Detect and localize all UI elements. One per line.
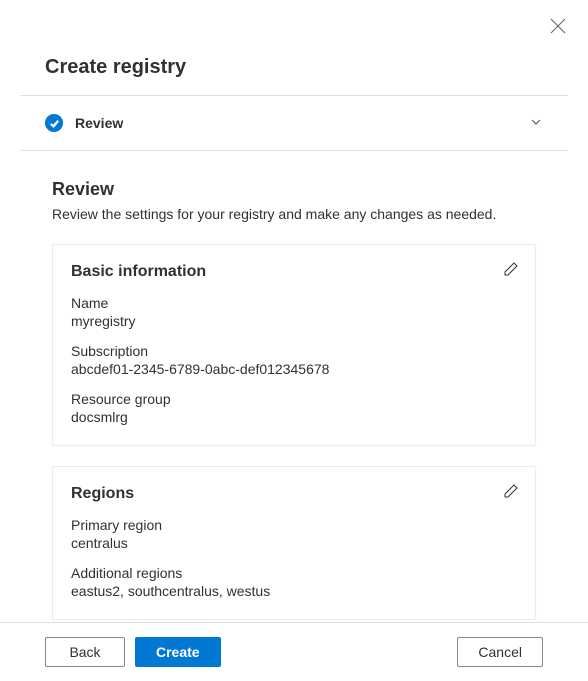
- content: Review Review the settings for your regi…: [0, 151, 588, 620]
- step-label: Review: [75, 115, 529, 131]
- resource-group-label: Resource group: [71, 391, 517, 407]
- back-button[interactable]: Back: [45, 637, 125, 667]
- close-icon[interactable]: [550, 18, 566, 34]
- step-review[interactable]: Review: [0, 96, 588, 150]
- review-title: Review: [52, 179, 536, 200]
- review-description: Review the settings for your registry an…: [52, 206, 536, 222]
- primary-region-value: centralus: [71, 535, 517, 551]
- check-icon: [45, 114, 63, 132]
- cancel-button[interactable]: Cancel: [457, 637, 543, 667]
- basic-info-title: Basic information: [71, 263, 517, 281]
- basic-information-card: Basic information Name myregistry Subscr…: [52, 244, 536, 446]
- subscription-label: Subscription: [71, 343, 517, 359]
- page-title: Create registry: [45, 56, 543, 79]
- footer: Back Create Cancel: [0, 622, 588, 681]
- chevron-down-icon: [529, 115, 543, 132]
- create-button[interactable]: Create: [135, 637, 221, 667]
- additional-regions-value: eastus2, southcentralus, westus: [71, 583, 517, 599]
- regions-card: Regions Primary region centralus Additio…: [52, 466, 536, 620]
- pencil-icon[interactable]: [503, 261, 519, 277]
- name-label: Name: [71, 295, 517, 311]
- name-value: myregistry: [71, 313, 517, 329]
- primary-region-label: Primary region: [71, 517, 517, 533]
- regions-title: Regions: [71, 485, 517, 503]
- subscription-value: abcdef01-2345-6789-0abc-def012345678: [71, 361, 517, 377]
- pencil-icon[interactable]: [503, 483, 519, 499]
- resource-group-value: docsmlrg: [71, 409, 517, 425]
- additional-regions-label: Additional regions: [71, 565, 517, 581]
- header: Create registry: [0, 0, 588, 95]
